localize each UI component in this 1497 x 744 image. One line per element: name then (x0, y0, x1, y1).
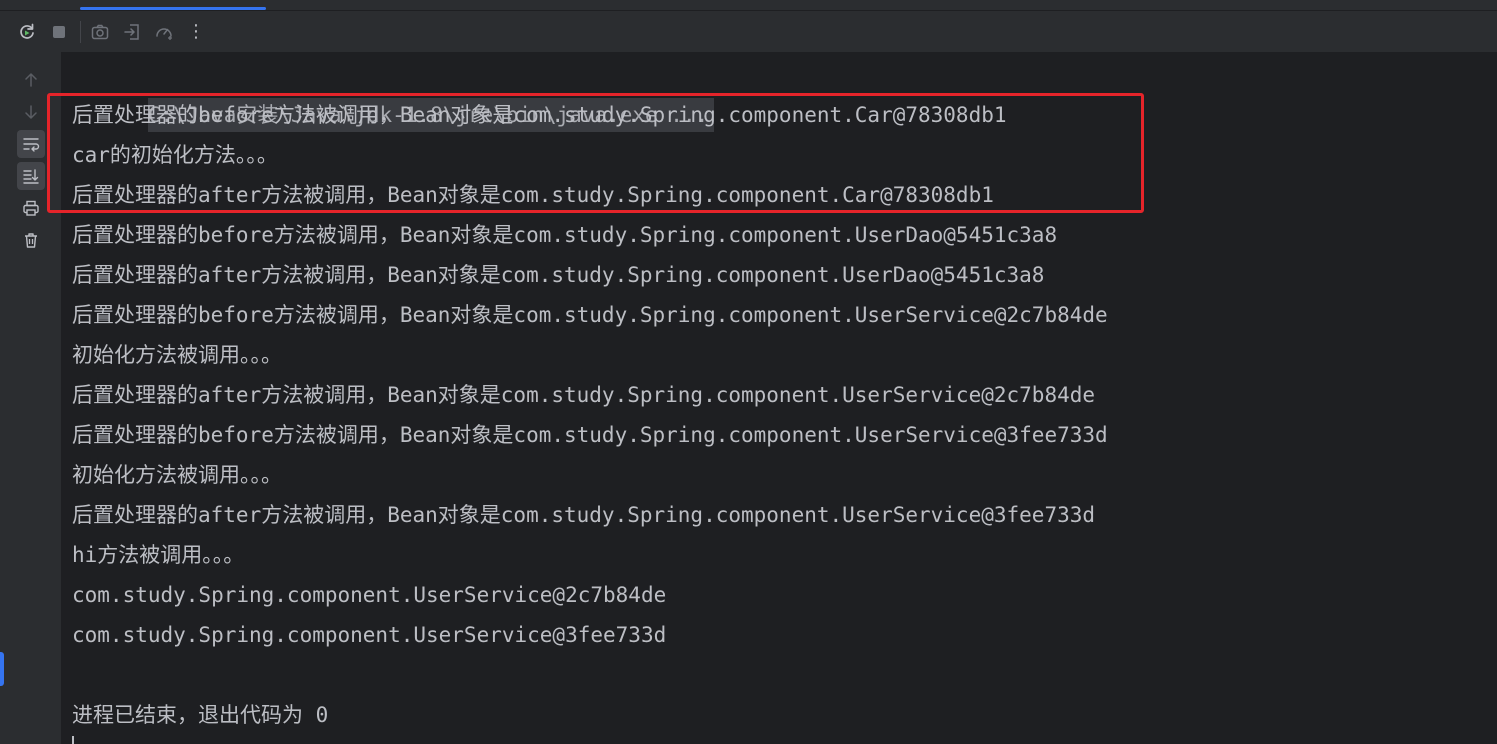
more-label: ⋮ (187, 21, 205, 42)
arrow-up-icon[interactable] (17, 66, 45, 94)
tab-strip (0, 0, 1497, 11)
console-line: 初始化方法被调用。。。 (72, 463, 282, 487)
side-scroll-marker (0, 652, 4, 686)
rerun-icon[interactable] (14, 19, 40, 45)
console-gutter (0, 52, 62, 744)
console-line: com.study.Spring.component.UserService@2… (72, 583, 667, 607)
toolbar-separator (80, 20, 81, 43)
text-cursor (72, 736, 74, 744)
scroll-to-end-icon[interactable] (17, 162, 45, 190)
run-toolbar: ⋮ (0, 11, 1497, 52)
console-line: com.study.Spring.component.UserService@3… (72, 623, 667, 647)
console-line: 后置处理器的before方法被调用，Bean对象是com.study.Sprin… (72, 303, 1108, 327)
console-line: 初始化方法被调用。。。 (72, 343, 282, 367)
stop-icon[interactable] (46, 19, 72, 45)
console-command-line: C:\Java安装\Java\jdk-1.8\jre\bin\java.exe … (72, 55, 1482, 132)
profiler-icon[interactable] (151, 19, 177, 45)
console-line: 后置处理器的before方法被调用，Bean对象是com.study.Sprin… (72, 423, 1108, 447)
console-line: 后置处理器的after方法被调用，Bean对象是com.study.Spring… (72, 183, 994, 207)
console-line: 后置处理器的before方法被调用，Bean对象是com.study.Sprin… (72, 223, 1058, 247)
console-line: car的初始化方法。。。 (72, 143, 278, 167)
console-output[interactable]: C:\Java安装\Java\jdk-1.8\jre\bin\java.exe … (72, 55, 1482, 735)
exit-icon[interactable] (119, 19, 145, 45)
console-line: 后置处理器的after方法被调用，Bean对象是com.study.Spring… (72, 503, 1096, 527)
camera-icon[interactable] (87, 19, 113, 45)
more-icon[interactable]: ⋮ (183, 19, 209, 45)
console-line: 后置处理器的after方法被调用，Bean对象是com.study.Spring… (72, 383, 1096, 407)
active-tab-indicator[interactable] (80, 7, 266, 10)
arrow-down-icon[interactable] (17, 98, 45, 126)
console-line: hi方法被调用。。。 (72, 543, 245, 567)
console-line: 后置处理器的before方法被调用，Bean对象是com.study.Sprin… (72, 103, 1007, 127)
run-console-window: ⋮ C:\Java安装\Java\jdk-1.8\jre\bin\java.ex… (0, 0, 1497, 744)
console-line: 后置处理器的after方法被调用，Bean对象是com.study.Spring… (72, 263, 1045, 287)
trash-icon[interactable] (17, 226, 45, 254)
soft-wrap-icon[interactable] (17, 130, 45, 158)
print-icon[interactable] (17, 194, 45, 222)
process-exit-line: 进程已结束，退出代码为 0 (72, 703, 329, 727)
